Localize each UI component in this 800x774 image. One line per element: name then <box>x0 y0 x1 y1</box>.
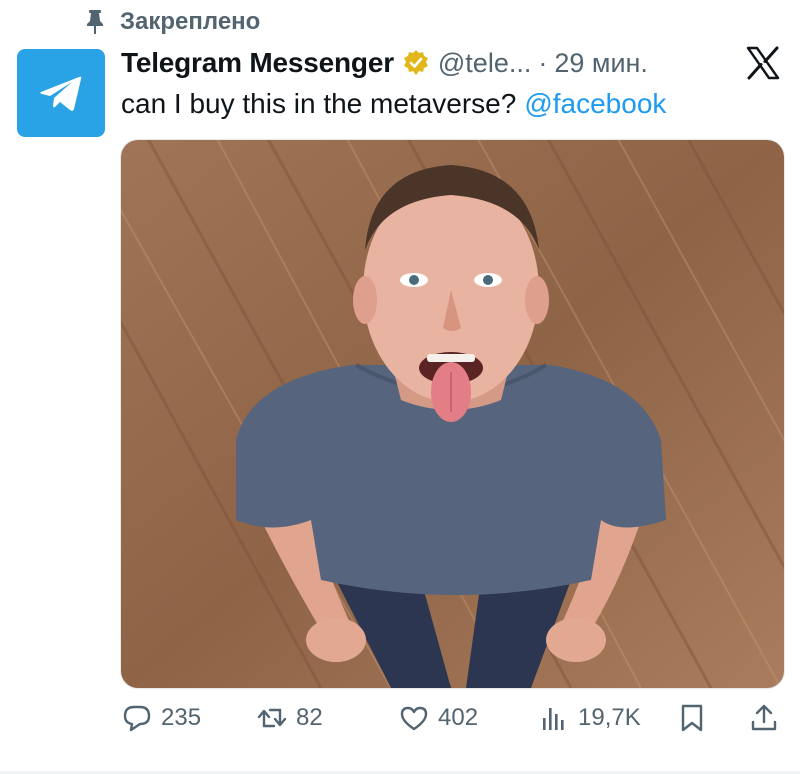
verified-badge-icon <box>401 48 431 78</box>
bookmark-button[interactable] <box>676 698 708 738</box>
pinned-indicator: Закреплено <box>84 6 260 38</box>
views-chart-icon <box>538 702 570 734</box>
views-button[interactable]: 19,7K <box>538 698 641 738</box>
author-handle[interactable]: @tele... <box>438 48 531 79</box>
bookmark-icon <box>676 702 708 734</box>
retweet-icon <box>256 702 288 734</box>
tweet-body: can I buy this in the metaverse? <box>121 88 517 119</box>
mention-link[interactable]: @facebook <box>524 88 666 120</box>
tweet-header: Telegram Messenger @tele... · 29 мин. <box>121 42 648 84</box>
like-count: 402 <box>438 704 479 731</box>
pin-icon <box>84 9 106 35</box>
share-icon <box>748 702 780 734</box>
reply-icon <box>121 702 153 734</box>
telegram-plane-icon <box>40 76 82 111</box>
x-logo-icon <box>746 46 780 80</box>
reply-button[interactable]: 235 <box>121 698 201 738</box>
views-count: 19,7K <box>578 704 641 731</box>
tweet-photo[interactable] <box>120 139 785 689</box>
retweet-count: 82 <box>296 704 323 731</box>
pinned-label: Закреплено <box>120 8 261 35</box>
heart-icon <box>398 702 430 734</box>
reply-count: 235 <box>161 704 202 731</box>
timestamp[interactable]: 29 мин. <box>554 48 648 79</box>
avatar[interactable] <box>17 49 105 137</box>
share-button[interactable] <box>748 698 780 738</box>
like-button[interactable]: 402 <box>398 698 478 738</box>
retweet-button[interactable]: 82 <box>256 698 323 738</box>
author-name[interactable]: Telegram Messenger <box>121 47 394 79</box>
separator-dot: · <box>538 47 548 78</box>
tweet-actions: 235 82 402 19,7K <box>0 698 800 738</box>
tweet-text: can I buy this in the metaverse? @facebo… <box>121 84 666 124</box>
